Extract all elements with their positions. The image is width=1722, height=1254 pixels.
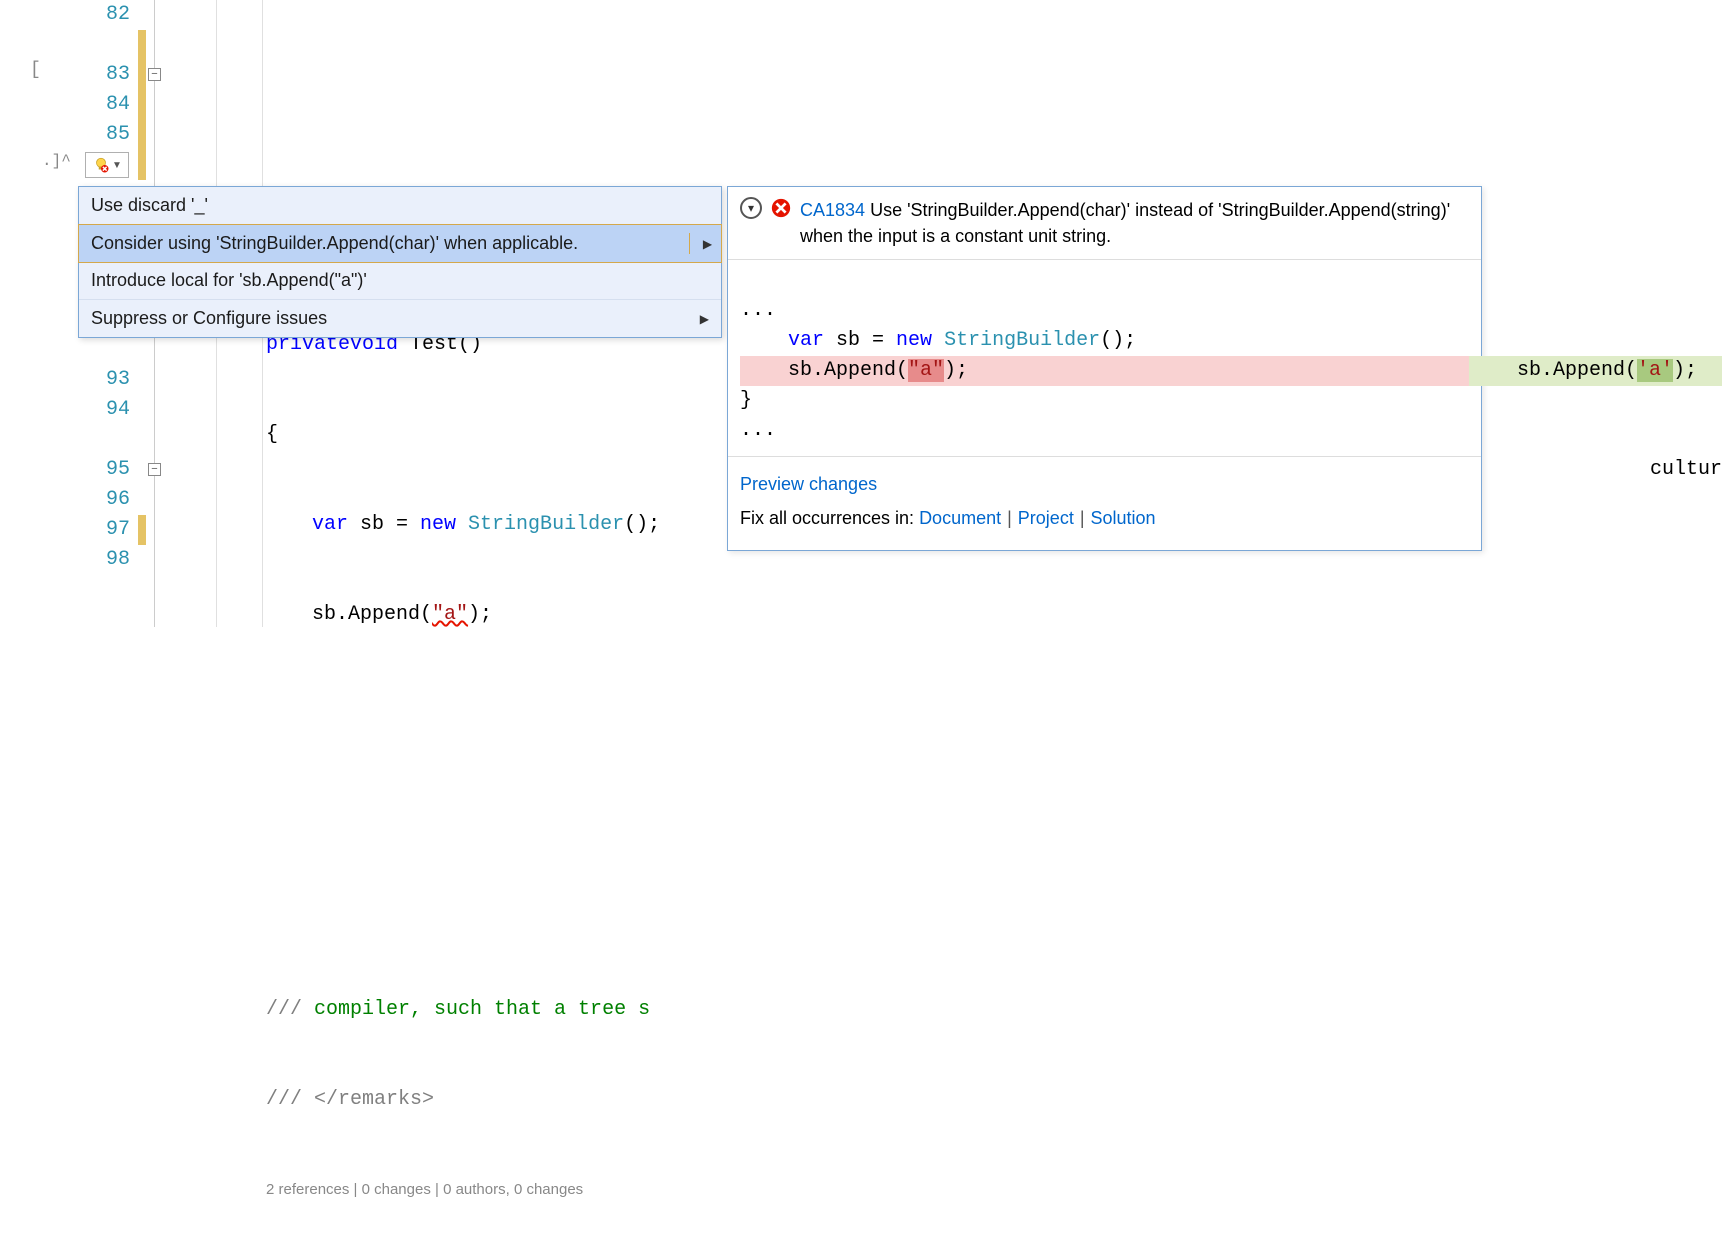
codelens-spacer: [78, 425, 130, 455]
outer-margin: [ .]^: [0, 0, 78, 627]
diff-added-token: 'a': [1637, 359, 1673, 382]
line-number: 97: [78, 515, 130, 545]
separator: |: [1001, 508, 1018, 528]
submenu-expand[interactable]: ▶: [689, 233, 717, 254]
fix-scope-document[interactable]: Document: [919, 508, 1001, 528]
line-number: 83: [78, 60, 130, 90]
keyword: new: [896, 329, 932, 352]
code-text: );: [468, 600, 492, 630]
change-marker: [138, 30, 146, 180]
string-literal: "a": [432, 600, 468, 630]
menu-overlay-gap: [170, 720, 1722, 905]
diff-removed-token: "a": [908, 359, 944, 382]
line-number: 84: [78, 90, 130, 120]
qa-label: Use discard '_': [91, 195, 208, 216]
qa-label: Introduce local for 'sb.Append("a")': [91, 270, 367, 291]
code-line[interactable]: /// </remarks>: [170, 1085, 1722, 1115]
quick-action-item[interactable]: Introduce local for 'sb.Append("a")': [79, 262, 721, 300]
codelens-spacer: [78, 30, 130, 60]
codelens[interactable]: 2 references | 0 changes | 0 authors, 0 …: [170, 1175, 1722, 1205]
separator: |: [1074, 508, 1091, 528]
chevron-down-icon: ▼: [112, 160, 122, 171]
chevron-right-icon: ▶: [695, 237, 712, 251]
doc-comment: ///: [266, 1085, 314, 1115]
code-text: sb =: [824, 329, 896, 352]
quick-action-item[interactable]: Use discard '_': [79, 187, 721, 225]
ellipsis: ...: [740, 419, 776, 442]
preview-header: ▾ CA1834 Use 'StringBuilder.Append(char)…: [728, 187, 1481, 260]
code-line[interactable]: sb.Append("a");: [170, 600, 1722, 630]
fold-toggle[interactable]: −: [148, 463, 161, 476]
fix-scope-solution[interactable]: Solution: [1091, 508, 1156, 528]
ellipsis: ...: [740, 299, 776, 322]
brace: }: [740, 389, 752, 412]
type-name: StringBuilder: [456, 510, 624, 540]
line-number: 98: [78, 545, 130, 575]
change-marker: [138, 515, 146, 545]
qa-label: Consider using 'StringBuilder.Append(cha…: [91, 233, 578, 254]
error-icon: [770, 197, 792, 219]
diff-removed-line: sb.Append("a");: [740, 356, 1469, 386]
keyword: var: [788, 329, 824, 352]
collapse-toggle[interactable]: ▾: [740, 197, 762, 219]
diff-preview: ... var sb = new StringBuilder(); sb.App…: [728, 260, 1481, 457]
clipped-text: cultur: [1650, 455, 1722, 485]
line-number: 85: [78, 120, 130, 150]
quick-action-item-selected[interactable]: Consider using 'StringBuilder.Append(cha…: [78, 224, 722, 263]
code-line[interactable]: [170, 150, 1722, 180]
comment: compiler, such that a tree s: [314, 995, 650, 1025]
line-number: 94: [78, 395, 130, 425]
code-line[interactable]: /// compiler, such that a tree s: [170, 995, 1722, 1025]
line-number: 95: [78, 455, 130, 485]
line-number: 93: [78, 365, 130, 395]
qa-label: Suppress or Configure issues: [91, 308, 327, 329]
doc-tag: </remarks>: [314, 1085, 434, 1115]
code-text: ();: [624, 510, 660, 540]
lightbulb-icon: [92, 156, 110, 174]
type-name: StringBuilder: [932, 329, 1100, 352]
code-text: sb =: [348, 510, 420, 540]
doc-comment: ///: [266, 995, 314, 1025]
fix-all-label: Fix all occurrences in:: [740, 508, 919, 528]
keyword: new: [420, 510, 456, 540]
quick-actions-menu: Use discard '_' Consider using 'StringBu…: [78, 186, 722, 338]
preview-changes-link[interactable]: Preview changes: [740, 474, 877, 494]
fix-preview-panel: ▾ CA1834 Use 'StringBuilder.Append(char)…: [727, 186, 1482, 551]
lightbulb-quick-action[interactable]: ▼: [85, 152, 129, 178]
code-text: ();: [1100, 329, 1136, 352]
code-text: sb.Append(: [312, 600, 432, 630]
rule-text: Use 'StringBuilder.Append(char)' instead…: [800, 200, 1450, 246]
line-number: 82: [78, 0, 130, 30]
rule-id-link[interactable]: CA1834: [800, 200, 865, 220]
preview-footer: Preview changes Fix all occurrences in: …: [728, 457, 1481, 549]
line-number: 96: [78, 485, 130, 515]
diagnostic-message: CA1834 Use 'StringBuilder.Append(char)' …: [800, 197, 1469, 249]
chevron-right-icon: ▶: [692, 312, 709, 326]
brace: {: [266, 420, 278, 450]
fix-scope-project[interactable]: Project: [1018, 508, 1074, 528]
margin-glyph: .]^: [42, 152, 71, 170]
keyword: var: [312, 510, 348, 540]
scope-bracket: [: [30, 60, 41, 80]
quick-action-item[interactable]: Suppress or Configure issues ▶: [79, 300, 721, 337]
fold-toggle[interactable]: −: [148, 68, 161, 81]
diff-added-line: sb.Append('a');: [1469, 356, 1722, 386]
